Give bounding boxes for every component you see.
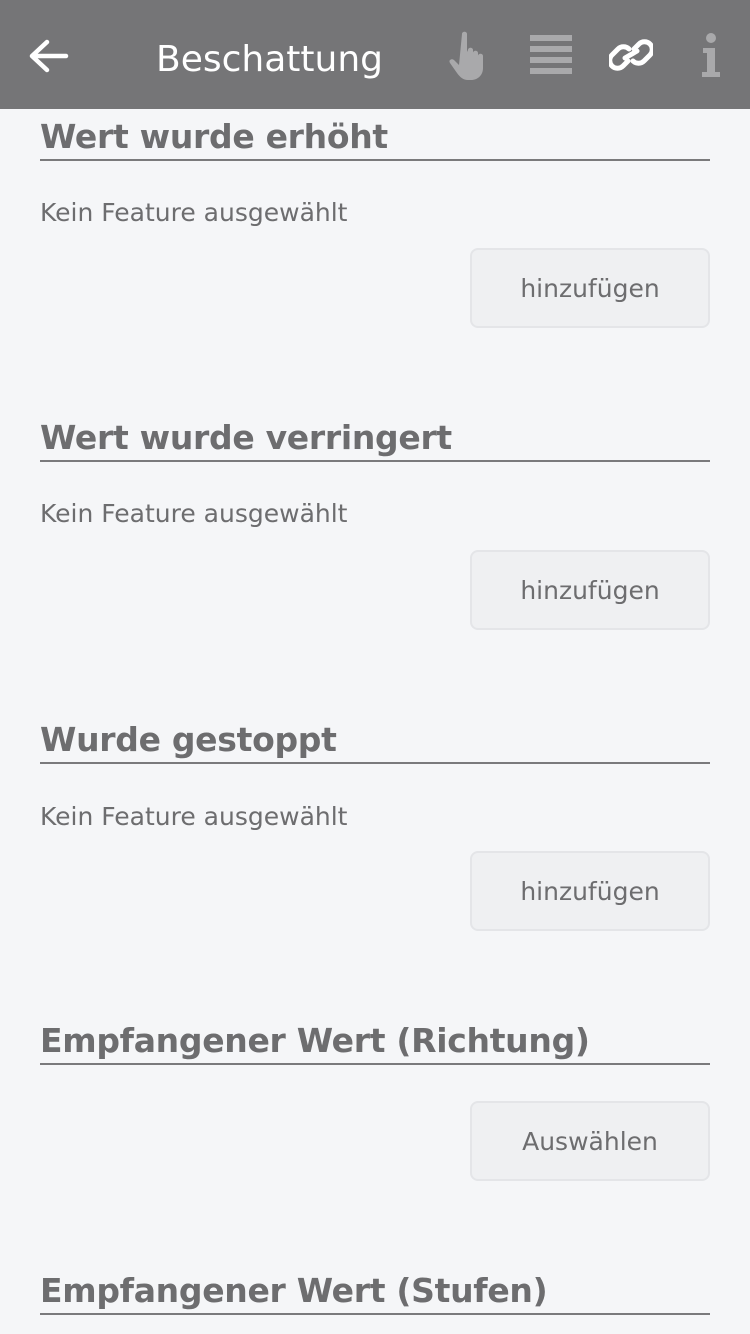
- back-button[interactable]: [18, 25, 80, 87]
- add-button[interactable]: hinzufügen: [470, 851, 710, 931]
- info-button[interactable]: [688, 26, 734, 84]
- hand-pointer-icon: [449, 31, 483, 80]
- info-icon: [702, 33, 720, 77]
- divider: [40, 159, 710, 161]
- section-title: Wert wurde erhöht: [40, 117, 388, 156]
- content-area: Wert wurde erhöht Kein Feature ausgewähl…: [0, 109, 750, 1334]
- link-button[interactable]: [602, 28, 660, 82]
- section-title: Wurde gestoppt: [40, 720, 337, 759]
- received-value-direction-section: Empfangener Wert (Richtung) Auswählen: [40, 1013, 710, 1181]
- empty-state-text: Kein Feature ausgewählt: [40, 499, 348, 528]
- arrow-left-icon: [29, 39, 69, 73]
- divider: [40, 460, 710, 462]
- empty-state-text: Kein Feature ausgewählt: [40, 198, 348, 227]
- list-lines-icon: [530, 35, 572, 74]
- section-title: Empfangener Wert (Richtung): [40, 1021, 590, 1060]
- page-title: Beschattung: [156, 39, 383, 80]
- received-value-steps-section: Empfangener Wert (Stufen): [40, 1263, 710, 1315]
- divider: [40, 1313, 710, 1315]
- section-title: Empfangener Wert (Stufen): [40, 1271, 548, 1310]
- select-button[interactable]: Auswählen: [470, 1101, 710, 1181]
- trigger-section-stopped: Wurde gestoppt Kein Feature ausgewählt h…: [40, 712, 710, 931]
- divider: [40, 1063, 710, 1065]
- empty-state-text: Kein Feature ausgewählt: [40, 802, 348, 831]
- section-title: Wert wurde verringert: [40, 418, 452, 457]
- add-button[interactable]: hinzufügen: [470, 248, 710, 328]
- trigger-section-increased: Wert wurde erhöht Kein Feature ausgewähl…: [40, 109, 710, 328]
- manual-control-button[interactable]: [442, 26, 496, 86]
- divider: [40, 762, 710, 764]
- list-view-button[interactable]: [524, 28, 578, 82]
- trigger-section-decreased: Wert wurde verringert Kein Feature ausge…: [40, 410, 710, 630]
- link-icon: [609, 39, 653, 71]
- top-bar: Beschattung: [0, 0, 750, 109]
- add-button[interactable]: hinzufügen: [470, 550, 710, 630]
